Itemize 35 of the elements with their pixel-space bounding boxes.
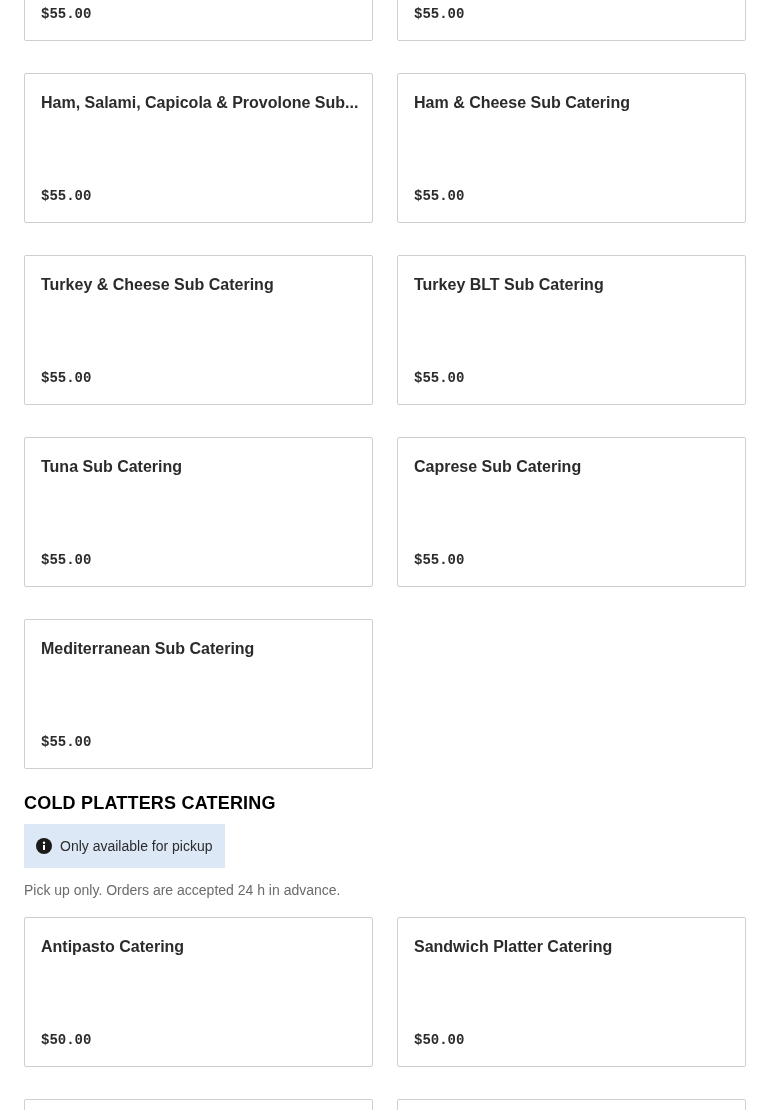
info-icon: [36, 838, 52, 854]
item-price: $55.00: [414, 370, 466, 386]
item-price: $55.00: [414, 188, 466, 204]
item-price: $55.00: [41, 734, 93, 750]
menu-item-card[interactable]: Ham & Cheese Sub Catering $55.00: [397, 73, 746, 223]
menu-item-card[interactable]: $55.00: [24, 0, 373, 41]
item-price: $55.00: [41, 370, 93, 386]
menu-item-card[interactable]: Ham, Salami, Capicola & Provolone Sub... $55.00: [24, 73, 373, 223]
section-description: Pick up only. Orders are accepted 24 h in advance.: [24, 882, 342, 898]
item-name: Ham & Cheese Sub Catering: [414, 93, 632, 113]
menu-item-card[interactable]: Turkey BLT Sub Catering $55.00: [397, 255, 746, 405]
item-price: $50.00: [41, 1032, 93, 1048]
menu-item-card[interactable]: Turkey & Cheese Sub Catering $55.00: [24, 255, 373, 405]
item-price: $55.00: [41, 552, 93, 568]
menu-item-card[interactable]: Mediterranean Sub Catering $55.00: [24, 619, 373, 769]
menu-item-card[interactable]: Caprese Sub Catering $55.00: [397, 437, 746, 587]
item-name: Tuna Sub Catering: [41, 457, 184, 477]
menu-item-card[interactable]: Sandwich Platter Catering $50.00: [397, 917, 746, 1067]
item-name: Caprese Sub Catering: [414, 457, 583, 477]
item-price: $50.00: [414, 1032, 466, 1048]
item-price: $55.00: [414, 6, 466, 22]
item-price: $55.00: [41, 188, 93, 204]
menu-item-card[interactable]: $55.00: [397, 0, 746, 41]
item-name: Mediterranean Sub Catering: [41, 639, 256, 659]
item-name: Sandwich Platter Catering: [414, 937, 614, 957]
item-name: Antipasto Catering: [41, 937, 186, 957]
item-price: $55.00: [414, 552, 466, 568]
item-name: Ham, Salami, Capicola & Provolone Sub...: [41, 93, 356, 113]
section-heading: COLD PLATTERS CATERING: [24, 793, 277, 814]
menu-item-card[interactable]: Tuna Sub Catering $55.00: [24, 437, 373, 587]
notice-text: Only available for pickup: [60, 838, 213, 854]
item-name: Turkey & Cheese Sub Catering: [41, 275, 275, 295]
menu-item-card[interactable]: Antipasto Catering $50.00: [24, 917, 373, 1067]
item-name: Turkey BLT Sub Catering: [414, 275, 605, 295]
item-price: $55.00: [41, 6, 93, 22]
